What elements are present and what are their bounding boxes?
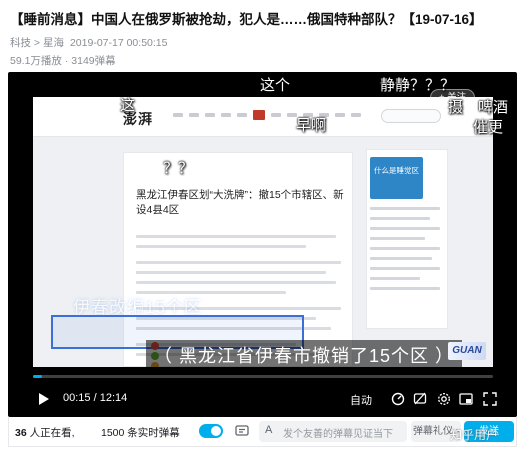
site-search-box bbox=[381, 109, 441, 123]
danmaku-item: 啤酒 bbox=[478, 99, 509, 116]
video-frame[interactable]: 澎湃 黑龙江伊春区划“大洗牌”：撤15个市辖区、新设4县4区 什么是睡觉区 bbox=[33, 97, 493, 367]
video-meta: 科技 > 星海 2019-07-17 00:50:15 bbox=[10, 35, 167, 50]
danmaku-count: 1500 条实时弹幕 bbox=[101, 427, 180, 439]
video-subtitle: （ 黑龙江省伊春市撤销了15个区 ） bbox=[146, 340, 463, 370]
uploader-watermark: 睡前消息工作室 bbox=[41, 122, 108, 133]
danmaku-item: 催更 bbox=[473, 119, 504, 136]
danmaku-item: 摄 bbox=[448, 99, 464, 116]
danmaku-item: 静静？？？ bbox=[380, 77, 456, 94]
danmaku-item: 伊春改编15个区 bbox=[73, 298, 202, 317]
sidebar-list bbox=[370, 207, 440, 297]
video-player[interactable]: 澎湃 黑龙江伊春区划“大洗牌”：撤15个市辖区、新设4县4区 什么是睡觉区 睡前… bbox=[8, 72, 517, 417]
zhihu-watermark: 知乎用户 bbox=[450, 428, 499, 442]
video-stats: 59.1万播放 · 3149弹幕 bbox=[10, 55, 116, 67]
publish-time: 2019-07-17 00:50:15 bbox=[69, 36, 168, 49]
speed-icon[interactable] bbox=[390, 391, 406, 407]
danmaku-item: ？？ bbox=[163, 160, 194, 177]
corner-logo: GUAN bbox=[448, 342, 486, 360]
danmaku-item: 这个 bbox=[260, 77, 291, 94]
pip-icon[interactable] bbox=[458, 391, 474, 407]
site-nav bbox=[173, 110, 361, 120]
progress-bar[interactable] bbox=[33, 375, 493, 378]
category-breadcrumb[interactable]: 科技 > 星海 bbox=[10, 35, 64, 50]
danmaku-bar: 36 人正在看, 1500 条实时弹幕 A 发个友善的弹幕见证当下 弹幕礼仪 ›… bbox=[8, 417, 517, 447]
viewer-count: 36 人正在看, bbox=[15, 427, 75, 439]
danmaku-style-icon[interactable]: A bbox=[265, 424, 272, 436]
danmaku-placeholder: 发个友善的弹幕见证当下 bbox=[283, 429, 393, 440]
sidebar-card: 什么是睡觉区 bbox=[370, 157, 423, 199]
progress-fill bbox=[33, 375, 43, 378]
video-title: 【睡前消息】中国人在俄罗斯被抢劫，犯人是……俄国特种部队？【19-07-16】 bbox=[10, 12, 483, 27]
time-current: 00:15 bbox=[63, 392, 91, 404]
article-title: 黑龙江伊春区划“大洗牌”：撤15个市辖区、新设4县4区 bbox=[136, 189, 344, 216]
player-controls: 00:15 / 12:14 自动 bbox=[8, 384, 517, 414]
settings-icon[interactable] bbox=[436, 391, 452, 407]
fullscreen-icon[interactable] bbox=[482, 391, 498, 407]
danmaku-settings-icon[interactable] bbox=[234, 423, 250, 439]
danmaku-item: 这 bbox=[120, 97, 136, 114]
danmaku-toggle[interactable] bbox=[199, 424, 223, 438]
quality-selector[interactable]: 自动 bbox=[350, 392, 372, 408]
time-display: 00:15 / 12:14 bbox=[63, 392, 128, 404]
time-total: 12:14 bbox=[99, 392, 128, 404]
danmaku-input[interactable]: A 发个友善的弹幕见证当下 bbox=[259, 421, 407, 442]
danmaku-off-icon[interactable] bbox=[412, 391, 428, 407]
danmaku-item: 早啊 bbox=[296, 117, 327, 134]
play-icon[interactable] bbox=[36, 391, 52, 407]
